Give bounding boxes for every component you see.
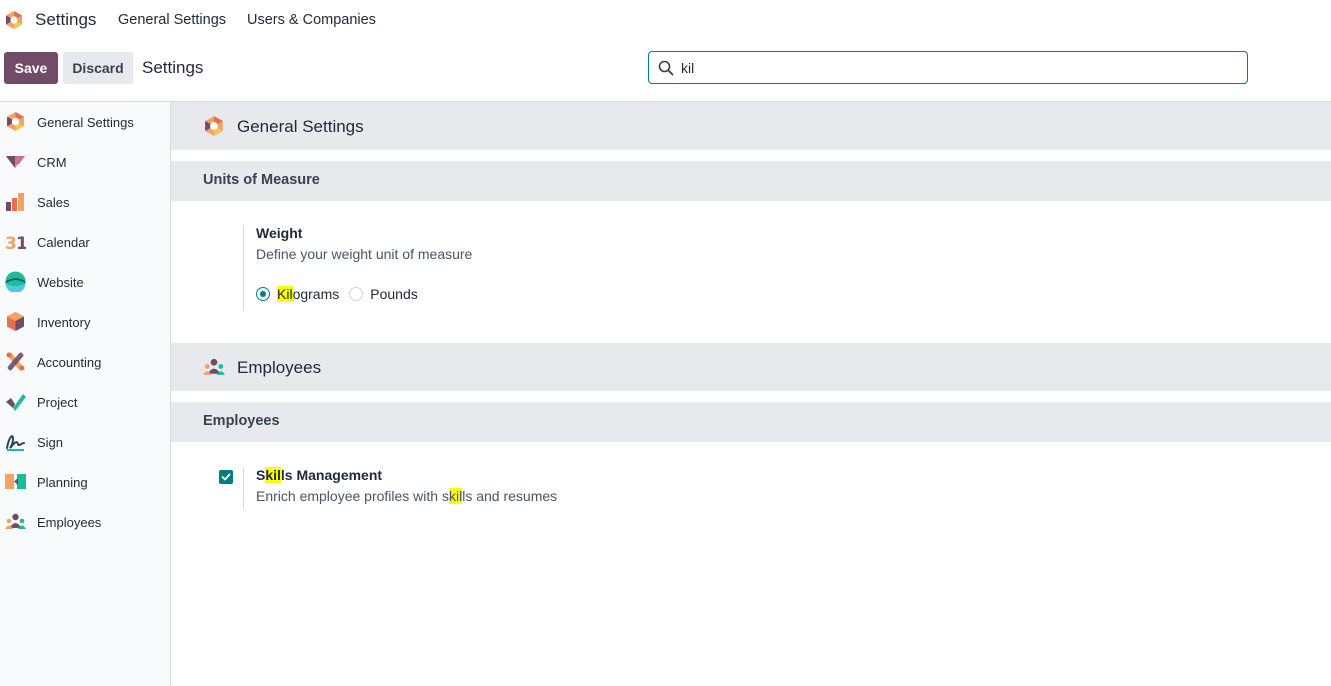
radio-kilograms[interactable] xyxy=(256,287,270,301)
setting-name: Skills Management xyxy=(256,467,557,483)
sidebar-item-crm[interactable]: CRM xyxy=(0,142,170,182)
employees-icon xyxy=(5,513,26,529)
sidebar-item-label: Calendar xyxy=(37,235,90,250)
employees-section-header: Employees xyxy=(171,402,1331,442)
general-settings-header: General Settings xyxy=(171,102,1331,150)
sidebar-item-planning[interactable]: Planning xyxy=(0,462,170,502)
radio-label-rest: ograms xyxy=(292,286,340,302)
desc-part: ls and resumes xyxy=(462,488,558,504)
employees-icon xyxy=(203,358,225,375)
search-icon xyxy=(658,60,674,76)
inventory-icon xyxy=(7,312,24,331)
search-bar[interactable] xyxy=(648,51,1248,84)
settings-app-icon[interactable] xyxy=(4,10,24,30)
section-title: Employees xyxy=(203,413,280,429)
sidebar-item-label: General Settings xyxy=(37,115,134,130)
settings-main-panel: General Settings Units of Measure Weight… xyxy=(171,102,1331,686)
sidebar-item-sales[interactable]: Sales xyxy=(0,182,170,222)
svg-text:1: 1 xyxy=(16,234,26,252)
general-settings-icon xyxy=(7,112,24,131)
save-button[interactable]: Save xyxy=(4,52,58,84)
search-highlight: Kil xyxy=(277,286,293,302)
sidebar-item-label: Accounting xyxy=(37,355,102,370)
general-settings-icon xyxy=(205,116,223,136)
name-part: S xyxy=(256,467,266,483)
radio-pounds[interactable] xyxy=(349,287,364,301)
sidebar-item-label: Employees xyxy=(37,515,102,530)
menu-general-settings[interactable]: General Settings xyxy=(118,12,226,28)
units-of-measure-header: Units of Measure xyxy=(171,161,1331,201)
planning-icon xyxy=(5,474,26,489)
breadcrumb-title: Settings xyxy=(142,58,204,77)
sign-icon xyxy=(6,435,25,451)
skills-management-setting: Skills Management Enrich employee profil… xyxy=(243,467,557,509)
crm-icon xyxy=(6,156,25,168)
search-highlight: kil xyxy=(265,467,281,483)
website-icon xyxy=(5,271,26,292)
sidebar-item-label: Planning xyxy=(37,475,88,490)
employees-header: Employees xyxy=(171,343,1331,391)
setting-description: Enrich employee profiles with skills and… xyxy=(256,488,557,504)
project-icon xyxy=(6,394,26,411)
sidebar-item-sign[interactable]: Sign xyxy=(0,422,170,462)
sales-icon xyxy=(6,193,24,211)
sidebar-item-label: Sign xyxy=(37,435,64,450)
sidebar-item-accounting[interactable]: Accounting xyxy=(0,342,170,382)
discard-button[interactable]: Discard xyxy=(63,52,133,84)
accounting-icon xyxy=(6,352,25,371)
search-highlight: kil xyxy=(448,488,463,504)
calendar-icon: 3 1 xyxy=(5,234,26,252)
sidebar-item-project[interactable]: Project xyxy=(0,382,170,422)
desc-part: Enrich employee profiles with s xyxy=(256,488,449,504)
sidebar-item-label: Project xyxy=(37,395,78,410)
app-name[interactable]: Settings xyxy=(35,10,96,30)
setting-description: Define your weight unit of measure xyxy=(256,246,473,262)
radio-pounds-label[interactable]: Pounds xyxy=(370,286,417,302)
sidebar-item-employees[interactable]: Employees xyxy=(0,502,170,542)
name-part: ls Management xyxy=(280,467,383,483)
sidebar-item-website[interactable]: Website xyxy=(0,262,170,302)
search-input[interactable] xyxy=(681,58,1231,78)
check-icon xyxy=(221,473,231,481)
sidebar-item-label: Website xyxy=(37,275,84,290)
skills-management-checkbox[interactable] xyxy=(219,470,233,484)
sidebar-item-calendar[interactable]: 3 1 Calendar xyxy=(0,222,170,262)
menu-users-companies[interactable]: Users & Companies xyxy=(247,12,376,28)
sidebar-item-inventory[interactable]: Inventory xyxy=(0,302,170,342)
sidebar-item-label: Sales xyxy=(37,195,70,210)
sidebar-item-label: Inventory xyxy=(37,315,91,330)
radio-kilograms-label[interactable]: Kilograms xyxy=(277,286,339,302)
sidebar-item-label: CRM xyxy=(37,155,67,170)
app-section-title: Employees xyxy=(237,358,322,377)
sidebar-item-general-settings[interactable]: General Settings xyxy=(0,102,170,142)
weight-unit-options: Kilograms Pounds xyxy=(256,286,428,302)
top-navbar: Settings General Settings Users & Compan… xyxy=(0,0,1331,42)
setting-name: Weight xyxy=(256,225,303,241)
section-title: Units of Measure xyxy=(203,172,320,188)
settings-sidebar: General Settings CRM Sales 3 1 Calendar … xyxy=(0,102,171,686)
app-section-title: General Settings xyxy=(237,117,364,136)
